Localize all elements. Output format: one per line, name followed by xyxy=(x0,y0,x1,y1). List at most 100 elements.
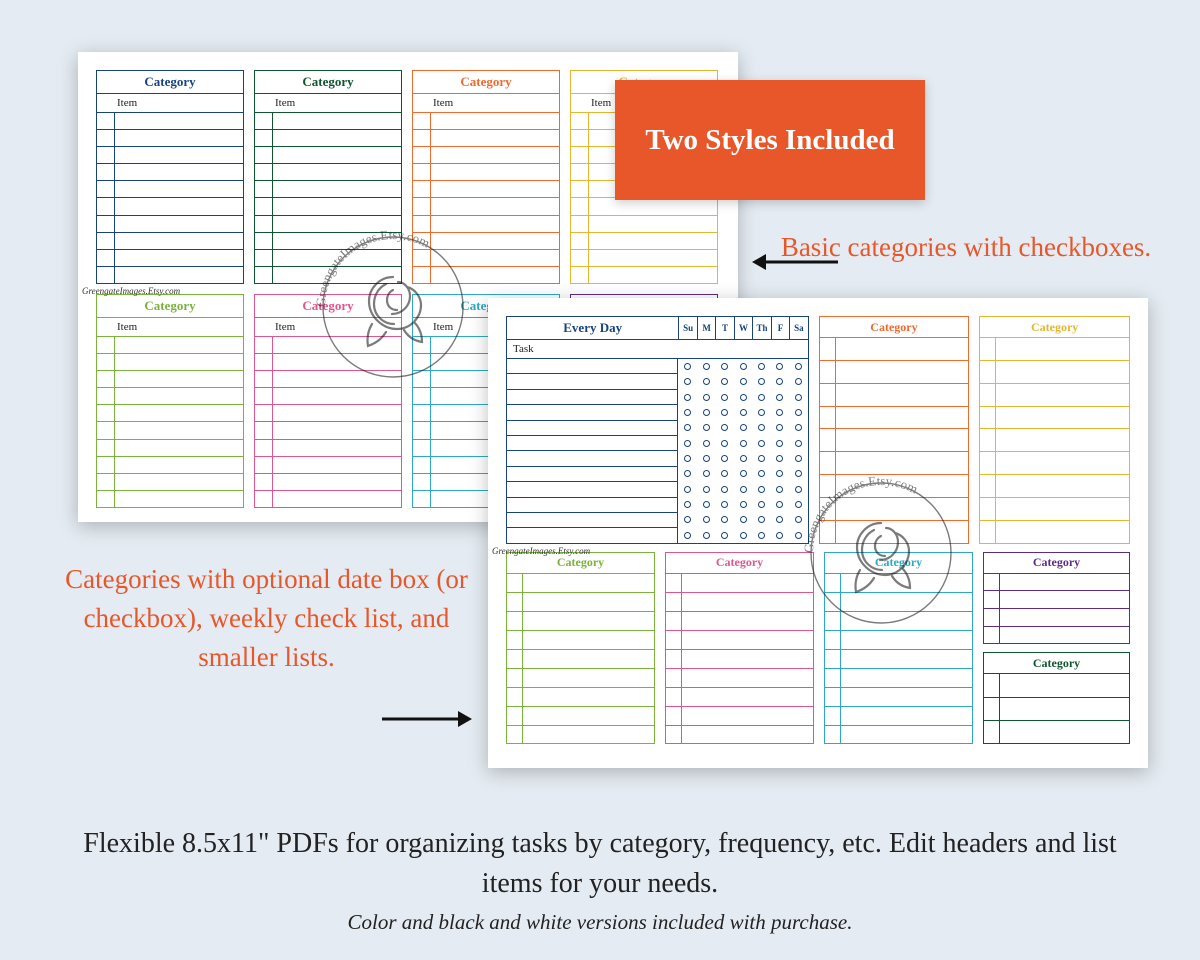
attribution-text: GreengateImages.Etsy.com xyxy=(82,286,180,296)
checkbox-cell xyxy=(97,440,115,456)
checkbox-cell xyxy=(571,147,589,163)
category-box: Category xyxy=(819,316,970,544)
category-box: CategoryItem xyxy=(412,70,560,284)
category-box: Category xyxy=(665,552,814,745)
category-header: Category xyxy=(820,317,969,338)
checkbox-cell xyxy=(413,440,431,456)
checkbox-cell xyxy=(255,113,273,129)
checkbox-cell xyxy=(571,198,589,214)
item-label: Item xyxy=(97,318,243,337)
checkbox-cell xyxy=(97,130,115,146)
attribution-text: GreengateImages.Etsy.com xyxy=(492,546,590,556)
checkbox-cell xyxy=(413,147,431,163)
day-label: F xyxy=(771,317,789,339)
checkbox-cell xyxy=(97,198,115,214)
main-caption: Flexible 8.5x11" PDFs for organizing tas… xyxy=(0,824,1200,904)
checkbox-cell xyxy=(413,113,431,129)
checkbox-cell xyxy=(255,371,273,387)
day-label: T xyxy=(715,317,733,339)
checkbox-cell xyxy=(97,267,115,283)
checkbox-cell xyxy=(255,491,273,507)
checkbox-cell xyxy=(413,405,431,421)
category-header: Category xyxy=(980,317,1129,338)
category-header: Category xyxy=(825,553,972,574)
category-header: Category xyxy=(984,653,1129,674)
checkbox-cell xyxy=(571,250,589,266)
checkbox-cell xyxy=(255,422,273,438)
checkbox-cell xyxy=(571,130,589,146)
checkbox-cell xyxy=(97,147,115,163)
item-label: Item xyxy=(97,94,243,113)
two-styles-badge: Two Styles Included xyxy=(615,80,925,200)
arrow-left-icon xyxy=(750,247,840,282)
product-listing-graphic: CategoryItemCategoryItemCategoryItemCate… xyxy=(0,0,1200,960)
checkbox-cell xyxy=(97,474,115,490)
checkbox-cell xyxy=(255,267,273,283)
item-label: Item xyxy=(413,94,559,113)
checkbox-cell xyxy=(413,337,431,353)
checkbox-cell xyxy=(413,491,431,507)
template-page-advanced: Every DaySuMTWThFSaTask CategoryCategory… xyxy=(488,298,1148,768)
category-header: Category xyxy=(255,295,401,318)
checkbox-cell xyxy=(255,181,273,197)
checkbox-cell xyxy=(571,113,589,129)
badge-text: Two Styles Included xyxy=(645,123,894,158)
checkbox-cell xyxy=(97,388,115,404)
checkbox-cell xyxy=(255,388,273,404)
checkbox-cell xyxy=(571,216,589,232)
checkbox-cell xyxy=(97,457,115,473)
category-header: Category xyxy=(255,71,401,94)
item-label: Item xyxy=(255,94,401,113)
category-box: CategoryItem xyxy=(254,294,402,508)
checkbox-cell xyxy=(413,198,431,214)
checkbox-cell xyxy=(97,491,115,507)
checkbox-cell xyxy=(255,250,273,266)
checkbox-cell xyxy=(413,474,431,490)
checkbox-cell xyxy=(97,164,115,180)
day-label: Sa xyxy=(789,317,807,339)
checkbox-cell xyxy=(97,354,115,370)
annotation-advanced: Categories with optional date box (or ch… xyxy=(64,560,469,677)
category-box: CategoryItem xyxy=(96,70,244,284)
weekly-checklist-box: Every DaySuMTWThFSaTask xyxy=(506,316,809,544)
checkbox-cell xyxy=(255,233,273,249)
day-label: W xyxy=(734,317,752,339)
category-box: Category xyxy=(979,316,1130,544)
checkbox-cell xyxy=(413,181,431,197)
category-box: Category xyxy=(824,552,973,745)
checkbox-cell xyxy=(571,267,589,283)
checkbox-cell xyxy=(413,130,431,146)
checkbox-cell xyxy=(255,405,273,421)
day-label: Th xyxy=(752,317,770,339)
category-header: Category xyxy=(666,553,813,574)
checkbox-cell xyxy=(413,354,431,370)
category-header: Category xyxy=(984,553,1129,574)
checkbox-cell xyxy=(571,233,589,249)
checkbox-cell xyxy=(413,422,431,438)
checkbox-cell xyxy=(97,405,115,421)
checkbox-cell xyxy=(255,440,273,456)
checkbox-cell xyxy=(413,457,431,473)
checkbox-cell xyxy=(571,181,589,197)
category-header: Category xyxy=(97,71,243,94)
checkbox-cell xyxy=(255,354,273,370)
category-header: Category xyxy=(97,295,243,318)
task-label: Task xyxy=(507,340,808,359)
day-label: Su xyxy=(678,317,696,339)
checkbox-cell xyxy=(255,130,273,146)
category-box: Category xyxy=(983,552,1130,644)
sub-caption: Color and black and white versions inclu… xyxy=(0,910,1200,935)
checkbox-cell xyxy=(255,337,273,353)
checkbox-cell xyxy=(97,337,115,353)
category-box: Category xyxy=(983,652,1130,744)
item-label: Item xyxy=(255,318,401,337)
day-label: M xyxy=(697,317,715,339)
arrow-right-icon xyxy=(380,704,475,739)
checkbox-cell xyxy=(413,164,431,180)
checkbox-cell xyxy=(255,216,273,232)
checkbox-cell xyxy=(413,388,431,404)
checkbox-cell xyxy=(255,164,273,180)
checkbox-cell xyxy=(413,233,431,249)
checkbox-cell xyxy=(97,113,115,129)
category-box: Category xyxy=(506,552,655,745)
